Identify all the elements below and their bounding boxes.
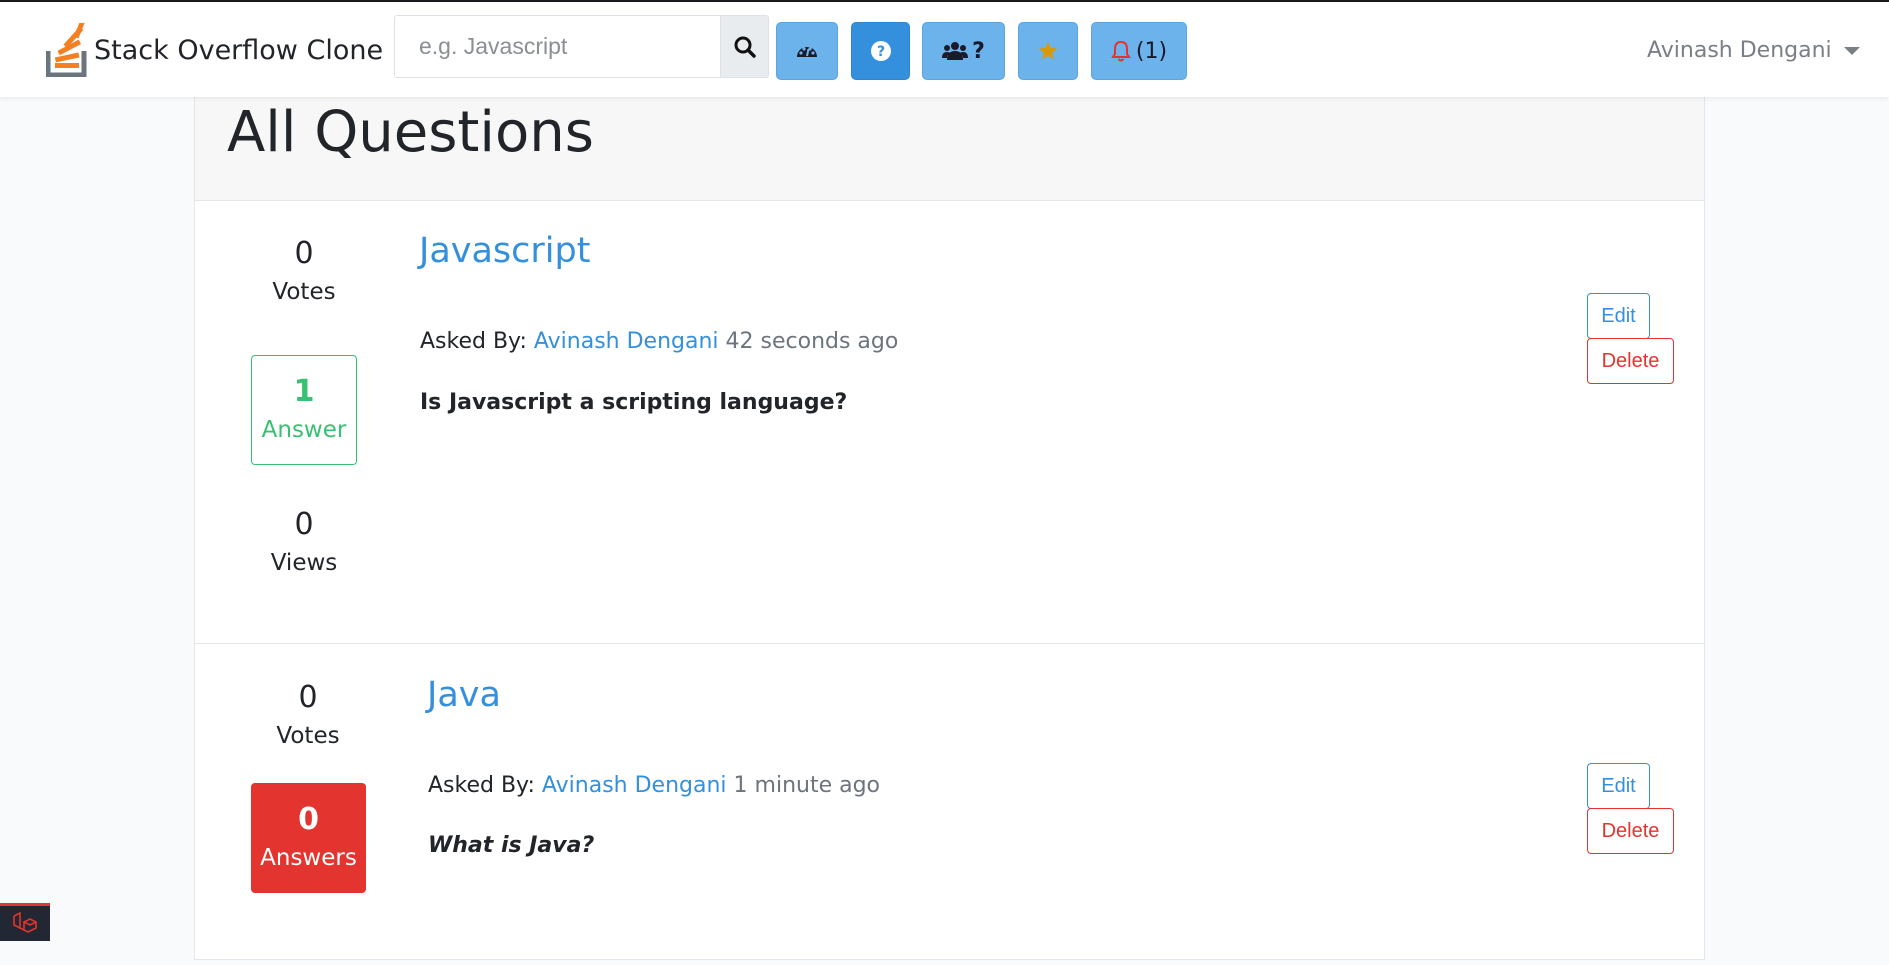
views-counter: 0 Views [249,505,359,581]
question-time: 1 minute ago [733,773,881,798]
author-link[interactable]: Avinash Dengani [542,773,727,798]
search-button[interactable] [720,15,769,78]
edit-button[interactable]: Edit [1587,293,1650,339]
users-icon [942,42,969,60]
answers-label: Answers [260,845,357,871]
answers-label: Answer [261,417,347,443]
votes-label: Votes [272,279,336,305]
question-item: 0 Votes 1 Answer 0 Views Javascript Aske… [195,202,1704,644]
question-excerpt: Is Javascript a scripting language? [420,390,848,415]
delete-button[interactable]: Delete [1587,808,1674,854]
answers-count: 0 [298,802,319,837]
answers-counter: 0 Answers [251,783,366,893]
answers-counter: 1 Answer [251,355,357,465]
question-title-link[interactable]: Java [427,675,501,715]
votes-label: Votes [276,723,340,749]
debugbar-toggle[interactable] [0,903,50,941]
notifications-count: (1) [1135,38,1168,64]
questions-card: All Questions 0 Votes 1 Answer 0 Views J… [194,60,1705,960]
question-time: 42 seconds ago [725,329,899,354]
edit-button[interactable]: Edit [1587,763,1650,809]
votes-counter: 0 Votes [253,678,363,754]
delete-button[interactable]: Delete [1587,338,1674,384]
asked-by-label: Asked By: [428,773,535,798]
answers-count: 1 [293,374,315,409]
question-excerpt: What is Java? [428,833,595,858]
user-dropdown[interactable]: Avinash Dengani [1647,34,1860,66]
question-meta: Asked By: Avinash Dengani 1 minute ago [428,773,880,798]
chevron-down-icon [1843,47,1860,55]
views-label: Views [270,550,338,576]
favorites-button[interactable] [1018,22,1078,80]
navbar: Stack Overflow Clone ? [0,2,1889,97]
question-meta: Asked By: Avinash Dengani 42 seconds ago [420,329,898,354]
search-icon [734,36,756,58]
votes-count: 0 [294,236,314,271]
dashboard-icon [797,47,817,57]
dashboard-button[interactable] [776,22,838,80]
ask-question-button[interactable]: ? [851,22,910,80]
notifications-button[interactable]: (1) [1091,22,1187,80]
asked-by-label: Asked By: [420,329,527,354]
users-question-mark: ? [972,38,985,64]
search-form [394,15,769,78]
svg-text:?: ? [876,44,884,60]
star-icon [1038,41,1058,60]
author-link[interactable]: Avinash Dengani [534,329,719,354]
search-input[interactable] [394,15,720,78]
laravel-logo-icon [13,911,37,933]
user-name: Avinash Dengani [1647,37,1832,63]
brand-name: Stack Overflow Clone [94,34,384,66]
page-title: All Questions [227,100,594,165]
votes-count: 0 [298,680,318,715]
brand-link[interactable]: Stack Overflow Clone [46,22,383,78]
question-title-link[interactable]: Javascript [419,231,590,271]
question-circle-icon: ? [870,41,891,61]
votes-counter: 0 Votes [249,234,359,310]
stack-overflow-logo-icon [46,23,87,77]
users-questions-button[interactable]: ? [922,22,1005,80]
bell-icon [1111,40,1131,62]
views-count: 0 [294,507,314,542]
question-item: 0 Votes 0 Answers Java Asked By: Avinash… [195,645,1704,965]
